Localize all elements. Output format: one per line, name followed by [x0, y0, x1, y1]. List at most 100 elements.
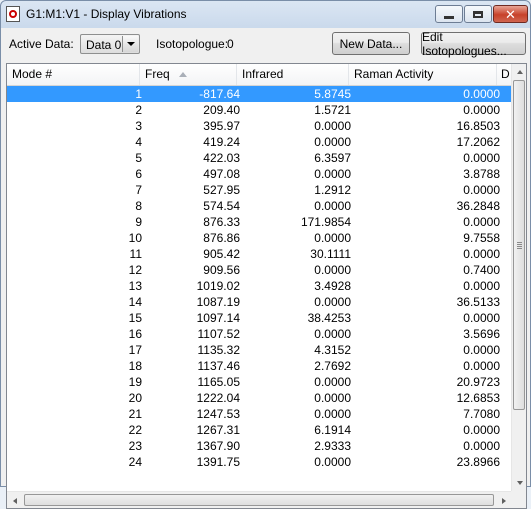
- horizontal-scrollbar[interactable]: [7, 491, 511, 508]
- maximize-icon: [473, 10, 483, 18]
- freq-cell: 876.33: [203, 215, 240, 229]
- table-row[interactable]: 6 497.08 0.0000 3.8788: [7, 166, 511, 182]
- freq-cell: 1019.02: [196, 279, 240, 293]
- infrared-cell: 0.0000: [314, 375, 351, 389]
- table-row[interactable]: 7 527.95 1.2912 0.0000: [7, 182, 511, 198]
- column-header-infrared[interactable]: Infrared: [237, 64, 349, 85]
- raman-activity-cell: 0.0000: [463, 215, 500, 229]
- raman-activity-cell: 0.0000: [463, 279, 500, 293]
- column-header-mode[interactable]: Mode #: [7, 64, 140, 85]
- column-header-d[interactable]: D: [497, 64, 511, 85]
- mode-cell: 17: [128, 343, 142, 357]
- mode-cell: 21: [128, 407, 142, 421]
- infrared-cell: 38.4253: [307, 311, 351, 325]
- scroll-down-button[interactable]: [512, 475, 526, 490]
- infrared-cell: 0.0000: [314, 455, 351, 469]
- table-row[interactable]: 20 1222.04 0.0000 12.6853: [7, 390, 511, 406]
- table-row[interactable]: 1 -817.64 5.8745 0.0000: [7, 86, 511, 102]
- mode-cell: 13: [128, 279, 142, 293]
- freq-cell: 1267.31: [196, 423, 240, 437]
- column-header-mode-label: Mode #: [12, 67, 53, 81]
- title-bar[interactable]: G1:M1:V1 - Display Vibrations ✕: [1, 1, 530, 28]
- sort-ascending-icon: [179, 72, 187, 77]
- infrared-cell: 171.9854: [300, 215, 351, 229]
- table-row[interactable]: 17 1135.32 4.3152 0.0000: [7, 342, 511, 358]
- mode-cell: 11: [129, 247, 142, 261]
- maximize-button[interactable]: [464, 5, 492, 23]
- freq-cell: 909.56: [203, 263, 240, 277]
- minimize-icon: [444, 15, 454, 19]
- infrared-cell: 0.0000: [314, 295, 351, 309]
- table-row[interactable]: 2 209.40 1.5721 0.0000: [7, 102, 511, 118]
- infrared-cell: 1.2912: [314, 183, 351, 197]
- new-data-button-label: New Data...: [339, 36, 403, 51]
- raman-activity-cell: 0.0000: [463, 247, 500, 261]
- freq-cell: 1097.14: [196, 311, 240, 325]
- mode-cell: 2: [135, 103, 142, 117]
- raman-activity-cell: 0.0000: [463, 359, 500, 373]
- column-header-raman-activity[interactable]: Raman Activity: [349, 64, 497, 85]
- table-row[interactable]: 14 1087.19 0.0000 36.5133: [7, 294, 511, 310]
- mode-cell: 3: [135, 119, 142, 133]
- scroll-up-button[interactable]: [512, 64, 526, 79]
- isotopologue-label: Isotopologue:: [156, 37, 229, 51]
- freq-cell: 1222.04: [196, 391, 240, 405]
- infrared-cell: 2.7692: [314, 359, 351, 373]
- horizontal-scroll-thumb[interactable]: [24, 494, 494, 506]
- table-row[interactable]: 16 1107.52 0.0000 3.5696: [7, 326, 511, 342]
- edit-isotopologues-button[interactable]: Edit Isotopologues...: [421, 30, 526, 58]
- scrollbar-corner: [511, 491, 526, 508]
- table-row[interactable]: 22 1267.31 6.1914 0.0000: [7, 422, 511, 438]
- table-row[interactable]: 19 1165.05 0.0000 20.9723: [7, 374, 511, 390]
- close-button[interactable]: ✕: [493, 5, 528, 23]
- table-row[interactable]: 11 905.42 30.1111 0.0000: [7, 246, 511, 262]
- mode-cell: 8: [135, 199, 142, 213]
- infrared-cell: 0.0000: [314, 135, 351, 149]
- table-row[interactable]: 24 1391.75 0.0000 23.8966: [7, 454, 511, 470]
- raman-activity-cell: 0.0000: [463, 423, 500, 437]
- table-row[interactable]: 12 909.56 0.0000 0.7400: [7, 262, 511, 278]
- scroll-right-button[interactable]: [496, 493, 511, 508]
- vertical-scroll-thumb[interactable]: [513, 80, 525, 410]
- table-header: Mode # Freq Infrared Raman Activity D: [7, 64, 511, 86]
- table-row[interactable]: 23 1367.90 2.9333 0.0000: [7, 438, 511, 454]
- column-header-freq[interactable]: Freq: [140, 64, 237, 85]
- active-data-dropdown[interactable]: Data 0: [80, 34, 140, 54]
- grip-line: [517, 244, 522, 245]
- raman-activity-cell: 12.6853: [456, 391, 500, 405]
- table-row[interactable]: 8 574.54 0.0000 36.2848: [7, 198, 511, 214]
- mode-cell: 10: [128, 231, 142, 245]
- column-header-d-label: D: [501, 67, 510, 81]
- column-header-freq-label: Freq: [145, 67, 170, 81]
- freq-cell: 1367.90: [196, 439, 240, 453]
- raman-activity-cell: 36.2848: [456, 199, 500, 213]
- table-row[interactable]: 15 1097.14 38.4253 0.0000: [7, 310, 511, 326]
- table-row[interactable]: 10 876.86 0.0000 9.7558: [7, 230, 511, 246]
- arrow-up-icon: [516, 69, 523, 74]
- vertical-scrollbar[interactable]: [511, 64, 526, 491]
- vibrations-table[interactable]: Mode # Freq Infrared Raman Activity D 1 -…: [6, 63, 527, 509]
- table-row[interactable]: 18 1137.46 2.7692 0.0000: [7, 358, 511, 374]
- table-row[interactable]: 21 1247.53 0.0000 7.7080: [7, 406, 511, 422]
- active-data-value: Data 0: [86, 38, 122, 52]
- raman-activity-cell: 3.8788: [463, 167, 500, 181]
- scroll-left-button[interactable]: [7, 493, 22, 508]
- infrared-cell: 0.0000: [314, 231, 351, 245]
- infrared-cell: 5.8745: [314, 87, 351, 101]
- close-icon: ✕: [505, 6, 516, 22]
- raman-activity-cell: 0.0000: [463, 87, 500, 101]
- table-row[interactable]: 13 1019.02 3.4928 0.0000: [7, 278, 511, 294]
- freq-cell: 419.24: [203, 135, 240, 149]
- dropdown-arrow-button[interactable]: [122, 36, 138, 52]
- infrared-cell: 6.1914: [314, 423, 351, 437]
- freq-cell: 422.03: [203, 151, 240, 165]
- table-row[interactable]: 5 422.03 6.3597 0.0000: [7, 150, 511, 166]
- freq-cell: 1165.05: [197, 375, 241, 389]
- mode-cell: 9: [135, 215, 142, 229]
- table-row[interactable]: 3 395.97 0.0000 16.8503: [7, 118, 511, 134]
- new-data-button[interactable]: New Data...: [332, 32, 410, 55]
- table-row[interactable]: 4 419.24 0.0000 17.2062: [7, 134, 511, 150]
- raman-activity-cell: 7.7080: [463, 407, 500, 421]
- table-row[interactable]: 9 876.33 171.9854 0.0000: [7, 214, 511, 230]
- minimize-button[interactable]: [435, 5, 463, 23]
